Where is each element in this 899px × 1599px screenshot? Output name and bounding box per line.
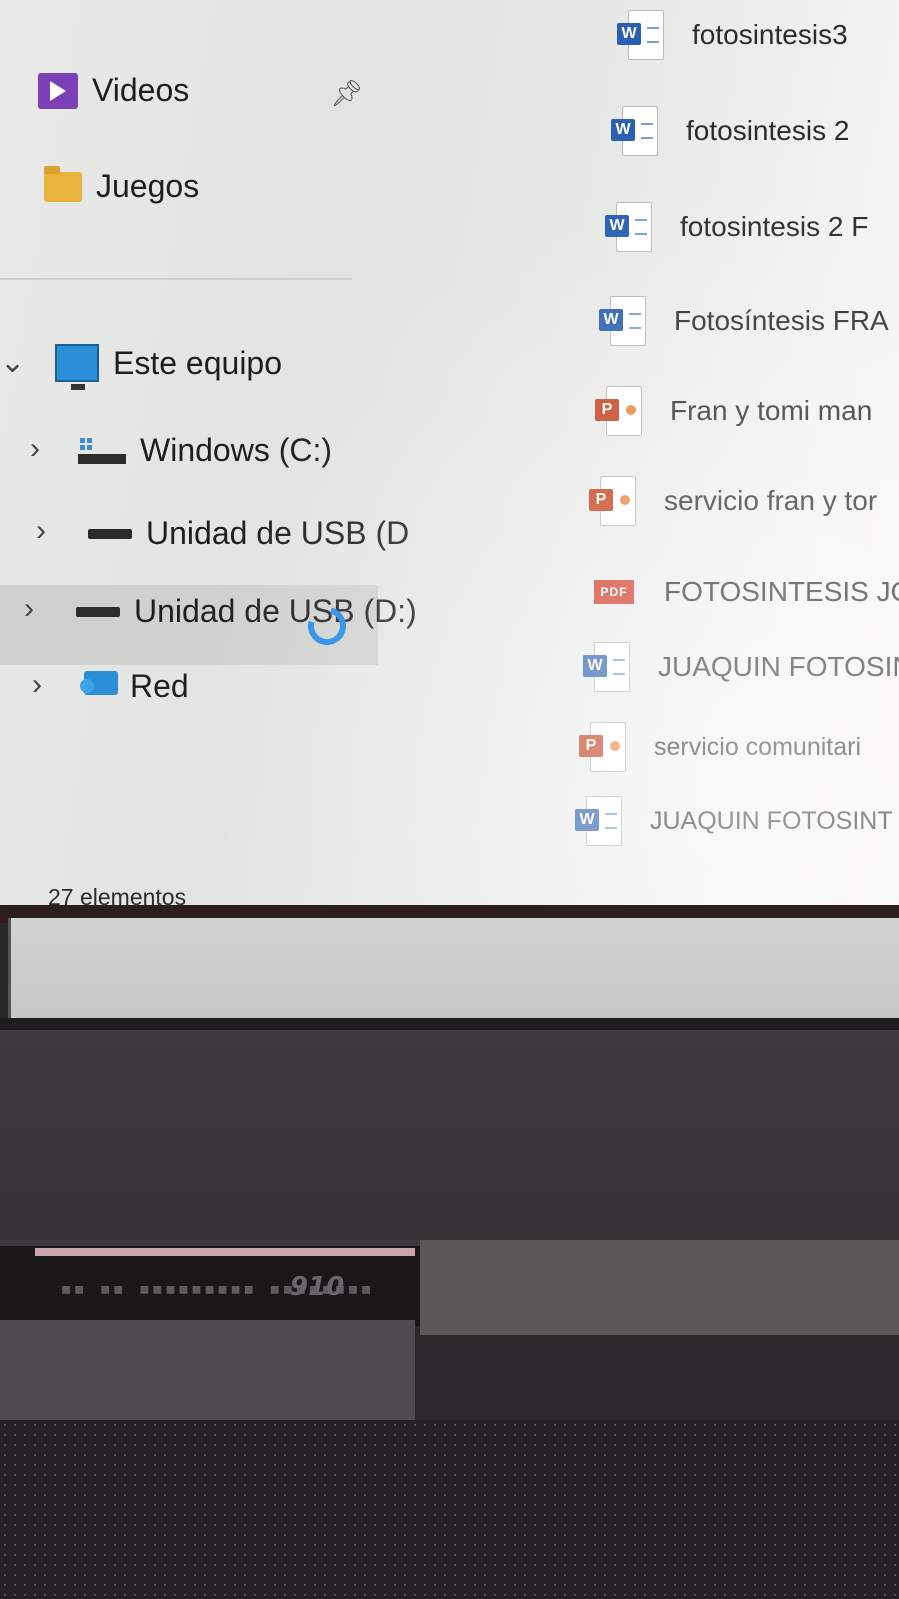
file-item[interactable]: P servicio fran y tor xyxy=(589,476,878,526)
chevron-down-icon[interactable]: ⌄ xyxy=(0,345,25,380)
powerpoint-icon: P xyxy=(579,722,626,772)
laptop-model-label: 910 xyxy=(290,1272,345,1302)
laptop-hinge xyxy=(0,1018,899,1030)
chevron-right-icon[interactable]: › xyxy=(30,432,40,466)
sidebar-item-label: Windows (C:) xyxy=(140,432,333,468)
laptop-panel xyxy=(420,1240,899,1335)
sidebar-item-videos[interactable]: Videos xyxy=(38,72,189,109)
word-document-icon: W xyxy=(617,10,664,60)
file-name: JUAQUIN FOTOSINT xyxy=(650,806,893,835)
file-name: Fotosíntesis FRA xyxy=(674,305,889,336)
video-folder-icon xyxy=(38,72,78,109)
usb-drive-icon xyxy=(76,606,120,617)
sidebar-divider xyxy=(0,278,352,280)
sidebar-item-label: Unidad de USB (D xyxy=(146,515,410,551)
sidebar-item-usb-drive[interactable]: Unidad de USB (D xyxy=(88,515,409,552)
file-name: fotosintesis 2 F xyxy=(680,211,869,242)
file-item[interactable]: W JUAQUIN FOTOSIN xyxy=(583,642,899,692)
file-name: fotosintesis 2 xyxy=(686,115,850,146)
word-document-icon: W xyxy=(605,202,652,252)
file-name: JUAQUIN FOTOSIN xyxy=(658,651,899,682)
file-name: servicio comunitari xyxy=(654,732,862,761)
file-item[interactable]: W JUAQUIN FOTOSINT xyxy=(575,796,893,846)
network-icon xyxy=(80,670,120,703)
sidebar-item-este-equipo[interactable]: Este equipo xyxy=(55,344,283,390)
chevron-right-icon[interactable]: › xyxy=(36,514,46,548)
sidebar-item-usb-drive-d[interactable]: Unidad de USB (D:) xyxy=(76,593,417,630)
file-name: Fran y tomi man xyxy=(670,395,873,426)
file-explorer-window: Videos 📌︎ Juegos ⌄ Este equipo › Windows… xyxy=(0,0,899,925)
file-item[interactable]: W fotosintesis 2 F xyxy=(605,202,869,252)
sidebar-item-label: Unidad de USB (D:) xyxy=(134,593,417,629)
laptop-edge xyxy=(415,1335,899,1420)
pin-icon[interactable]: 📌︎ xyxy=(330,78,363,109)
file-name: servicio fran y tor xyxy=(664,485,878,516)
file-item[interactable]: P servicio comunitari xyxy=(579,722,862,772)
file-item[interactable]: W fotosintesis 2 xyxy=(611,106,850,156)
laptop-panel xyxy=(0,1320,415,1420)
word-document-icon: W xyxy=(599,296,646,346)
powerpoint-icon: P xyxy=(595,386,642,436)
file-item[interactable]: W Fotosíntesis FRA xyxy=(599,296,889,346)
word-document-icon: W xyxy=(611,106,658,156)
word-document-icon: W xyxy=(583,642,630,692)
powerpoint-icon: P xyxy=(589,476,636,526)
bezel-bottom xyxy=(8,918,899,1018)
word-document-icon: W xyxy=(575,796,622,846)
folder-icon xyxy=(44,165,82,202)
sidebar-item-label: Red xyxy=(130,668,189,704)
file-name: FOTOSINTESIS JO xyxy=(664,576,899,607)
usb-drive-icon xyxy=(88,528,132,539)
laptop-label-strip: ▪▪ ▪▪ ▪▪▪▪▪▪▪▪▪ ▪▪▪▪▪▪▪▪ 910 xyxy=(0,1240,420,1326)
chevron-right-icon[interactable]: › xyxy=(24,592,34,626)
sidebar-item-label: Videos xyxy=(92,72,190,108)
sidebar-item-label: Este equipo xyxy=(113,344,283,381)
laptop-deck xyxy=(0,1030,899,1250)
sidebar-item-juegos[interactable]: Juegos xyxy=(44,165,200,205)
file-item[interactable]: PDF FOTOSINTESIS JO xyxy=(594,576,899,608)
computer-icon xyxy=(55,344,99,390)
accent-stripe xyxy=(35,1248,415,1256)
laptop-palmrest-texture xyxy=(0,1420,899,1599)
sidebar-item-label: Juegos xyxy=(96,168,200,204)
chevron-right-icon[interactable]: › xyxy=(32,668,42,702)
file-name: fotosintesis3 xyxy=(692,19,848,50)
file-item[interactable]: P Fran y tomi man xyxy=(595,386,873,436)
sidebar-item-red[interactable]: Red xyxy=(80,668,189,705)
sidebar-item-windows-c[interactable]: Windows (C:) xyxy=(78,432,332,469)
file-item[interactable]: W fotosintesis3 xyxy=(617,10,848,60)
pdf-icon: PDF xyxy=(594,580,634,604)
windows-drive-icon xyxy=(78,437,126,464)
